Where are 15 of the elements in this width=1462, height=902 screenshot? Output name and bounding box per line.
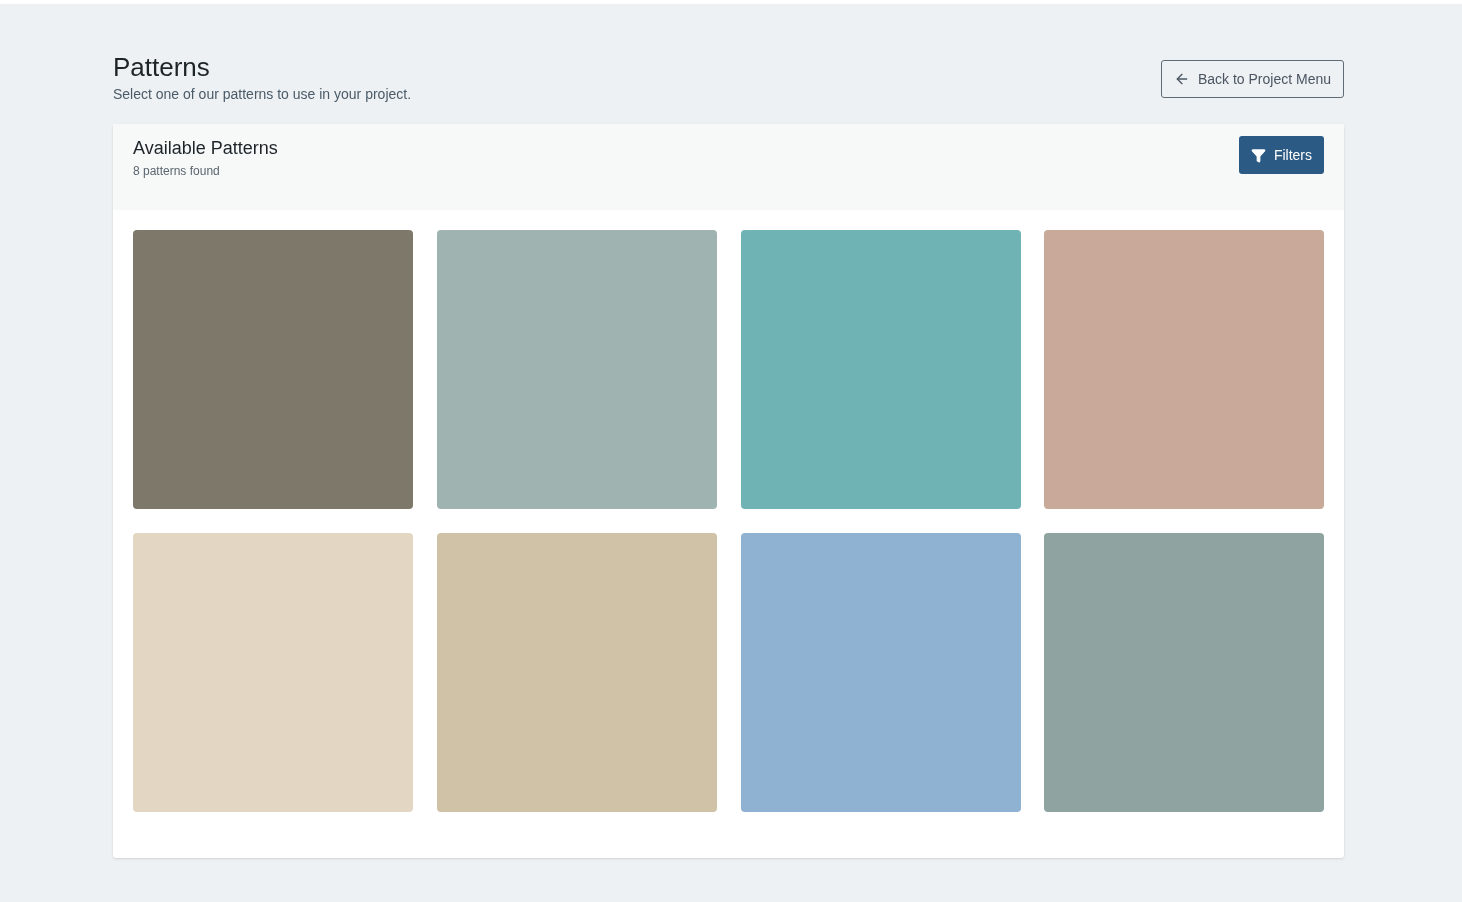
page-subtitle: Select one of our patterns to use in your project. bbox=[113, 85, 412, 104]
pattern-count: 8 patterns found bbox=[133, 163, 221, 180]
pattern-swatch[interactable] bbox=[436, 230, 717, 509]
page-title: Patterns bbox=[113, 52, 211, 82]
pattern-swatch[interactable] bbox=[1044, 230, 1325, 509]
back-button[interactable]: Back to Project Menu bbox=[1160, 60, 1344, 98]
pattern-swatch[interactable] bbox=[133, 230, 413, 509]
panel-title: Available Patterns bbox=[133, 137, 278, 160]
pattern-swatch[interactable] bbox=[740, 533, 1021, 812]
filters-button[interactable]: Filters bbox=[1238, 136, 1324, 174]
filter-icon bbox=[1250, 147, 1266, 163]
pattern-swatch[interactable] bbox=[1044, 533, 1325, 812]
pattern-swatch[interactable] bbox=[133, 533, 413, 812]
pattern-swatch[interactable] bbox=[740, 230, 1021, 509]
pattern-swatch[interactable] bbox=[436, 533, 717, 812]
